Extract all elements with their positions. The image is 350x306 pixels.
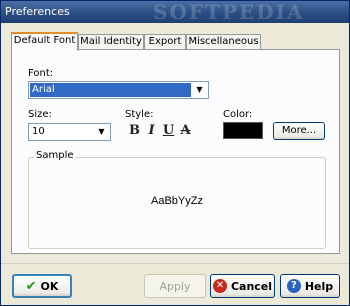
size-select[interactable]: 10 ▼ bbox=[28, 123, 111, 141]
tab-mail-identity[interactable]: Mail Identity bbox=[78, 34, 144, 50]
underline-button[interactable]: U bbox=[161, 122, 176, 139]
cancel-button[interactable]: ✕ Cancel bbox=[210, 274, 275, 298]
watermark-text: SOFTPEDIA bbox=[153, 1, 305, 23]
color-swatch[interactable] bbox=[223, 122, 263, 139]
help-button[interactable]: ? Help bbox=[280, 274, 340, 298]
sample-text: AaBbYyZz bbox=[151, 195, 203, 207]
bold-button[interactable]: B bbox=[127, 122, 142, 139]
chevron-down-icon[interactable]: ▼ bbox=[94, 125, 109, 139]
help-icon: ? bbox=[286, 279, 301, 293]
title-bar[interactable]: Preferences SOFTPEDIA bbox=[1, 1, 349, 23]
size-label: Size: bbox=[28, 109, 52, 120]
apply-button-label: Apply bbox=[159, 279, 191, 293]
style-label: Style: bbox=[125, 109, 154, 120]
italic-button[interactable]: I bbox=[144, 122, 159, 139]
cancel-icon: ✕ bbox=[212, 279, 227, 293]
footer-divider bbox=[1, 263, 349, 264]
apply-button[interactable]: Apply bbox=[144, 274, 206, 298]
font-select[interactable]: Arial ▼ bbox=[28, 81, 209, 99]
preferences-window: Preferences SOFTPEDIA Default Font Mail … bbox=[0, 0, 350, 306]
tab-default-font[interactable]: Default Font bbox=[11, 32, 78, 51]
sample-label: Sample bbox=[34, 150, 76, 161]
ok-button[interactable]: ✔ OK bbox=[12, 274, 72, 298]
strikeout-button[interactable]: A bbox=[178, 122, 193, 139]
tab-export[interactable]: Export bbox=[144, 34, 186, 50]
cancel-button-label: Cancel bbox=[230, 279, 273, 293]
font-select-value: Arial bbox=[30, 83, 191, 97]
color-label: Color: bbox=[223, 109, 253, 120]
chevron-down-icon[interactable]: ▼ bbox=[192, 83, 207, 97]
more-colors-button[interactable]: More... bbox=[273, 122, 325, 140]
checkmark-icon: ✔ bbox=[25, 278, 37, 294]
ok-button-label: OK bbox=[40, 279, 59, 293]
window-title: Preferences bbox=[5, 5, 70, 18]
size-select-value: 10 bbox=[32, 126, 45, 137]
help-button-label: Help bbox=[304, 279, 334, 293]
tab-miscellaneous[interactable]: Miscellaneous bbox=[186, 34, 261, 50]
font-label: Font: bbox=[28, 68, 54, 79]
